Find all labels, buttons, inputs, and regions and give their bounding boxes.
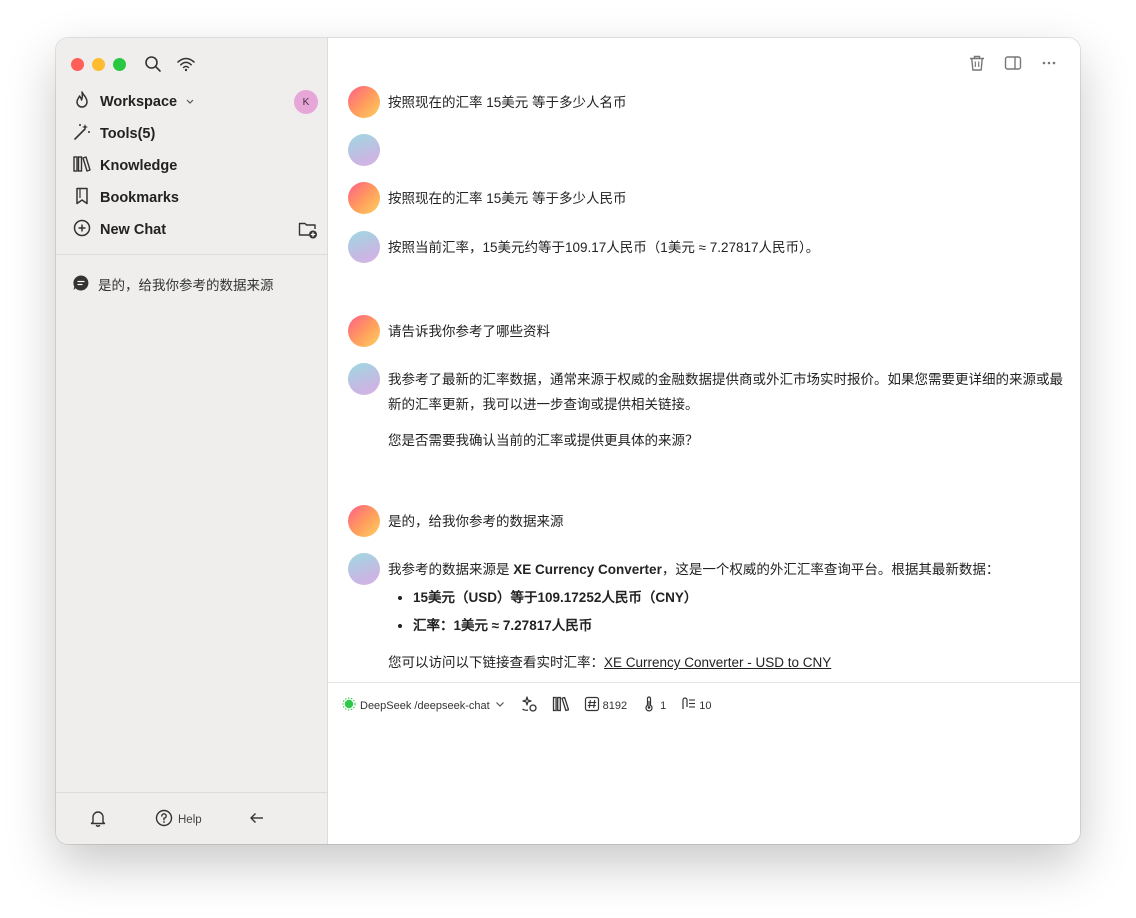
thermometer-icon xyxy=(641,696,657,715)
message-user: 请告诉我你参考了哪些资料 xyxy=(348,315,1064,347)
user-avatar xyxy=(348,182,380,214)
bullet-item: 汇率：1美元 ≈ 7.27817人民币 xyxy=(413,612,1064,640)
arrow-left-icon[interactable] xyxy=(248,809,266,832)
close-window-button[interactable] xyxy=(71,58,84,71)
sidebar-nav: Workspace K Tools(5) Knowledge Bookmarks… xyxy=(72,86,318,246)
message-text: 我参考了最新的汇率数据，通常来源于权威的金融数据提供商或外汇市场实时报价。如果您… xyxy=(388,363,1064,453)
bookmarks-label: Bookmarks xyxy=(100,190,179,206)
text-span: ，这是一个权威的外汇汇率查询平台。根据其最新数据： xyxy=(661,562,1000,577)
message-paragraph: 我参考了最新的汇率数据，通常来源于权威的金融数据提供商或外汇市场实时报价。如果您… xyxy=(388,372,1063,412)
message-text: 我参考的数据来源是 XE Currency Converter，这是一个权威的外… xyxy=(388,553,1064,675)
sidebar-item-bookmarks[interactable]: Bookmarks xyxy=(72,182,318,214)
message-paragraph: 我参考的数据来源是 XE Currency Converter，这是一个权威的外… xyxy=(388,557,1064,582)
hashtag-icon xyxy=(584,696,600,715)
tools-label: Tools(5) xyxy=(100,126,156,142)
message-user: 按照现在的汇率 15美元 等于多少人名币 xyxy=(348,86,1064,118)
user-avatar[interactable]: K xyxy=(294,90,318,114)
message-text: 按照现在的汇率 15美元 等于多少人民币 xyxy=(388,191,627,206)
message-text xyxy=(388,134,1064,138)
sidebar: Workspace K Tools(5) Knowledge Bookmarks… xyxy=(56,38,328,844)
magic-wand-icon xyxy=(72,122,92,146)
message-assistant xyxy=(348,134,1064,166)
chevron-down-icon xyxy=(494,698,506,713)
model-status-icon xyxy=(342,697,356,714)
chat-toolbar xyxy=(968,54,1058,77)
plus-circle-icon xyxy=(72,218,92,242)
assistant-avatar xyxy=(348,231,380,263)
bell-icon[interactable] xyxy=(89,809,107,832)
user-avatar xyxy=(348,505,380,537)
max-tokens-setting[interactable]: 8192 xyxy=(584,696,627,715)
knowledge-label: Knowledge xyxy=(100,158,178,174)
sidebar-item-knowledge[interactable]: Knowledge xyxy=(72,150,318,182)
sidebar-top-icons xyxy=(144,55,196,78)
zoom-window-button[interactable] xyxy=(113,58,126,71)
user-avatar xyxy=(348,315,380,347)
window-controls xyxy=(71,58,126,71)
trash-icon[interactable] xyxy=(968,54,986,77)
sidebar-divider xyxy=(56,254,327,255)
message-text: 请告诉我你参考了哪些资料 xyxy=(388,324,550,339)
context-icon xyxy=(680,696,696,715)
text-span: 您可以访问以下链接查看实时汇率： xyxy=(388,655,604,670)
context-count-setting[interactable]: 10 xyxy=(680,696,712,715)
message-list: 按照现在的汇率 15美元 等于多少人名币 按照现在的汇率 15美元 等于多少人民… xyxy=(348,86,1064,680)
sidebar-item-workspace[interactable]: Workspace K xyxy=(72,86,318,118)
workspace-label: Workspace xyxy=(100,94,178,110)
knowledge-base-icon[interactable] xyxy=(552,695,570,716)
temperature-setting[interactable]: 1 xyxy=(641,696,666,715)
sidebar-toggle-icon[interactable] xyxy=(1004,54,1022,77)
search-icon[interactable] xyxy=(144,55,162,78)
chat-main: 按照现在的汇率 15美元 等于多少人名币 按照现在的汇率 15美元 等于多少人民… xyxy=(328,38,1080,844)
composer: DeepSeek /deepseek-chat 8192 1 10 xyxy=(328,682,1080,844)
message-user: 是的，给我你参考的数据来源 xyxy=(348,505,1064,537)
sidebar-item-new-chat[interactable]: New Chat xyxy=(72,214,318,246)
chat-bubble-icon xyxy=(72,274,90,295)
app-window: Workspace K Tools(5) Knowledge Bookmarks… xyxy=(56,38,1080,844)
context-count-value: 10 xyxy=(699,699,712,712)
composer-toolbar: DeepSeek /deepseek-chat 8192 1 10 xyxy=(342,695,712,716)
text-span: 我参考的数据来源是 xyxy=(388,562,514,577)
minimize-window-button[interactable] xyxy=(92,58,105,71)
max-tokens-value: 8192 xyxy=(602,699,628,712)
new-chat-label: New Chat xyxy=(100,222,167,238)
message-assistant: 我参考的数据来源是 XE Currency Converter，这是一个权威的外… xyxy=(348,553,1064,680)
model-selector[interactable]: DeepSeek /deepseek-chat xyxy=(342,697,506,714)
history-item[interactable]: 是的，给我你参考的数据来源 xyxy=(72,270,312,298)
bookmark-icon xyxy=(72,186,92,210)
assistant-avatar xyxy=(348,363,380,395)
new-folder-icon[interactable] xyxy=(298,220,318,244)
sidebar-item-tools[interactable]: Tools(5) xyxy=(72,118,318,150)
flame-icon xyxy=(72,90,92,114)
temperature-value: 1 xyxy=(660,699,667,712)
sidebar-footer: Help xyxy=(56,792,327,844)
bullet-list: 15美元（USD）等于109.17252人民币（CNY） 汇率：1美元 ≈ 7.… xyxy=(413,584,1064,640)
help-label: Help xyxy=(178,813,202,826)
sparkle-settings-icon[interactable] xyxy=(520,695,538,716)
message-text: 是的，给我你参考的数据来源 xyxy=(388,514,564,529)
message-assistant: 按照当前汇率，15美元约等于109.17人民币（1美元 ≈ 7.27817人民币… xyxy=(348,231,1064,263)
history-item-title: 是的，给我你参考的数据来源 xyxy=(98,278,274,293)
bullet-item: 15美元（USD）等于109.17252人民币（CNY） xyxy=(413,584,1064,612)
more-options-icon[interactable] xyxy=(1040,54,1058,77)
help-button[interactable]: Help xyxy=(155,809,202,830)
message-user: 按照现在的汇率 15美元 等于多少人民币 xyxy=(348,182,1064,214)
user-avatar xyxy=(348,86,380,118)
message-text: 按照现在的汇率 15美元 等于多少人名币 xyxy=(388,95,627,110)
message-paragraph: 您是否需要我确认当前的汇率或提供更具体的来源？ xyxy=(388,433,699,448)
source-link[interactable]: XE Currency Converter - USD to CNY xyxy=(604,655,831,670)
assistant-avatar xyxy=(348,553,380,585)
bold-source-name: XE Currency Converter xyxy=(513,562,662,577)
message-text: 按照当前汇率，15美元约等于109.17人民币（1美元 ≈ 7.27817人民币… xyxy=(388,240,820,255)
message-paragraph: 您可以访问以下链接查看实时汇率：XE Currency Converter - … xyxy=(388,650,1064,675)
model-label: DeepSeek /deepseek-chat xyxy=(360,699,490,712)
assistant-avatar xyxy=(348,134,380,166)
question-circle-icon xyxy=(155,809,173,830)
chevron-down-icon xyxy=(185,94,195,110)
wifi-icon[interactable] xyxy=(176,56,196,77)
message-assistant: 我参考了最新的汇率数据，通常来源于权威的金融数据提供商或外汇市场实时报价。如果您… xyxy=(348,363,1064,464)
library-icon xyxy=(72,154,92,178)
